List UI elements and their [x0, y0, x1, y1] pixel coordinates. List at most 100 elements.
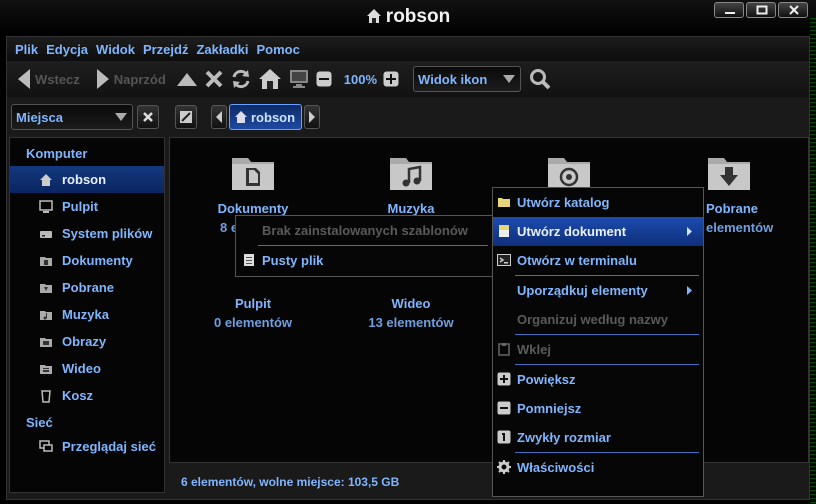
- gear-icon: [497, 460, 511, 474]
- menu-go[interactable]: Przejdź: [143, 42, 189, 57]
- sidebar-item-label: Kosz: [62, 388, 94, 403]
- zoom-in-button[interactable]: [383, 71, 399, 87]
- reload-button[interactable]: [230, 68, 252, 90]
- close-icon: [143, 112, 153, 122]
- sidebar-item-trash[interactable]: Kosz: [10, 382, 164, 409]
- normal-size-icon: [497, 430, 511, 444]
- crumb-left-button[interactable]: [211, 105, 227, 129]
- toolbar: Wstecz Naprzód 100% Widok ikon: [7, 61, 809, 97]
- search-button[interactable]: [529, 68, 551, 90]
- menu-item-create-folder[interactable]: Utwórz katalog: [493, 188, 703, 217]
- up-button[interactable]: [176, 71, 198, 87]
- sidebar-item-robson[interactable]: robson: [10, 166, 164, 193]
- file-item-music[interactable]: Muzyka: [346, 152, 476, 216]
- network-icon: [38, 439, 54, 455]
- sidebar-item-documents[interactable]: Dokumenty: [10, 247, 164, 274]
- folder-icon: [497, 195, 511, 209]
- documents-folder-icon: [232, 158, 274, 190]
- sidebar-item-browse-network[interactable]: Przeglądaj sieć: [10, 433, 164, 460]
- chevron-left-icon: [216, 111, 222, 123]
- menu-item-label: Pomniejsz: [517, 401, 582, 416]
- chevron-right-icon: [687, 286, 692, 295]
- file-name: Wideo: [391, 296, 431, 311]
- home-icon: [38, 172, 54, 188]
- breadcrumb-label: robson: [251, 109, 296, 125]
- maximize-button[interactable]: [746, 2, 776, 18]
- menu-item-create-document[interactable]: Utwórz dokument: [493, 217, 703, 246]
- file-name: Muzyka: [387, 201, 435, 216]
- sidebar-item-label: robson: [62, 172, 107, 187]
- computer-button[interactable]: [288, 68, 310, 90]
- home-icon: [258, 69, 281, 89]
- menu-item-label: Uporządkuj elementy: [517, 283, 648, 298]
- minimize-button[interactable]: [714, 2, 744, 18]
- sidebar-item-downloads[interactable]: Pobrane: [10, 274, 164, 301]
- sidebar-item-label: Obrazy: [62, 334, 107, 349]
- documents-folder-icon: [38, 253, 54, 269]
- plus-icon: [497, 372, 511, 386]
- sidebar-item-label: Przeglądaj sieć: [62, 439, 156, 454]
- menu-edit[interactable]: Edycja: [46, 42, 88, 57]
- menu-item-label: Brak zainstalowanych szablonów: [262, 223, 468, 238]
- menu-bar: Plik Edycja Widok Przejdź Zakładki Pomoc: [7, 37, 809, 61]
- sidebar-item-music[interactable]: Muzyka: [10, 301, 164, 328]
- close-button[interactable]: [778, 2, 808, 18]
- menu-item-zoom-in[interactable]: Powiększ: [493, 365, 703, 394]
- chevron-right-icon: [687, 227, 692, 236]
- icon-view: Dokumenty 8 el Muzyka Pobrane elementów …: [169, 137, 809, 463]
- menu-item-open-terminal[interactable]: Otwórz w terminalu: [493, 246, 703, 275]
- menu-item-properties[interactable]: Właściwości: [493, 453, 703, 482]
- home-button[interactable]: [258, 68, 282, 90]
- menu-file[interactable]: Plik: [15, 42, 38, 57]
- back-button[interactable]: Wstecz: [17, 68, 80, 90]
- places-label: Miejsca: [16, 109, 63, 125]
- menu-item-zoom-out[interactable]: Pomniejsz: [493, 394, 703, 423]
- view-mode-select[interactable]: Widok ikon: [413, 66, 522, 92]
- stop-button[interactable]: [204, 69, 224, 89]
- menu-item-label: Utwórz dokument: [517, 224, 626, 239]
- sidebar-item-videos[interactable]: Wideo: [10, 355, 164, 382]
- context-menu: Utwórz katalog Utwórz dokument Otwórz w …: [492, 187, 704, 497]
- drive-icon: [38, 226, 54, 242]
- edit-icon: [180, 111, 192, 123]
- menu-item-label: Powiększ: [517, 372, 576, 387]
- chevron-down-icon: [115, 113, 127, 121]
- home-icon: [366, 8, 382, 30]
- minus-icon: [316, 71, 332, 87]
- menu-view[interactable]: Widok: [96, 42, 135, 57]
- desktop-edge: [810, 18, 816, 504]
- menu-item-label: Organizuj według nazwy: [517, 312, 668, 327]
- sidebar-item-label: Muzyka: [62, 307, 109, 322]
- sidebar-header-computer: Komputer: [26, 146, 88, 161]
- menu-help[interactable]: Pomoc: [256, 42, 299, 57]
- sidebar-item-label: Wideo: [62, 361, 101, 376]
- sidebar-item-filesystem[interactable]: System plików: [10, 220, 164, 247]
- back-label: Wstecz: [35, 71, 80, 87]
- crumb-right-button[interactable]: [304, 105, 321, 129]
- location-bar: Miejsca robson: [7, 101, 809, 133]
- menu-item-text: Utwórz dokument: [517, 224, 627, 239]
- menu-item-sort-by-name: Organizuj według nazwy: [493, 305, 703, 334]
- places-select[interactable]: Miejsca: [11, 104, 133, 130]
- pictures-folder-icon: [548, 158, 590, 190]
- breadcrumb-robson[interactable]: robson: [229, 104, 303, 130]
- zoom-out-button[interactable]: [316, 71, 332, 87]
- menu-item-label: Otwórz w terminalu: [517, 253, 637, 268]
- menu-item-arrange-items[interactable]: Uporządkuj elementy: [493, 276, 703, 305]
- chevron-down-icon: [503, 75, 516, 83]
- close-sidebar-button[interactable]: [137, 105, 159, 129]
- menu-item-paste: Wklej: [493, 335, 703, 364]
- menu-item-normal-size[interactable]: Zwykły rozmiar: [493, 423, 703, 452]
- forward-button[interactable]: Naprzód: [96, 68, 166, 90]
- menu-item-empty-file[interactable]: Pusty plik: [236, 246, 492, 275]
- sidebar-item-pictures[interactable]: Obrazy: [10, 328, 164, 355]
- menu-bookmarks[interactable]: Zakładki: [196, 42, 248, 57]
- file-name: Dokumenty: [217, 201, 289, 216]
- paste-icon: [497, 342, 511, 356]
- menu-item-label: Właściwości: [517, 460, 595, 475]
- music-folder-icon: [38, 307, 54, 323]
- plus-icon: [383, 71, 399, 87]
- toggle-location-entry-button[interactable]: [175, 105, 197, 129]
- menu-item-no-templates: Brak zainstalowanych szablonów: [236, 216, 492, 245]
- sidebar-item-desktop[interactable]: Pulpit: [10, 193, 164, 220]
